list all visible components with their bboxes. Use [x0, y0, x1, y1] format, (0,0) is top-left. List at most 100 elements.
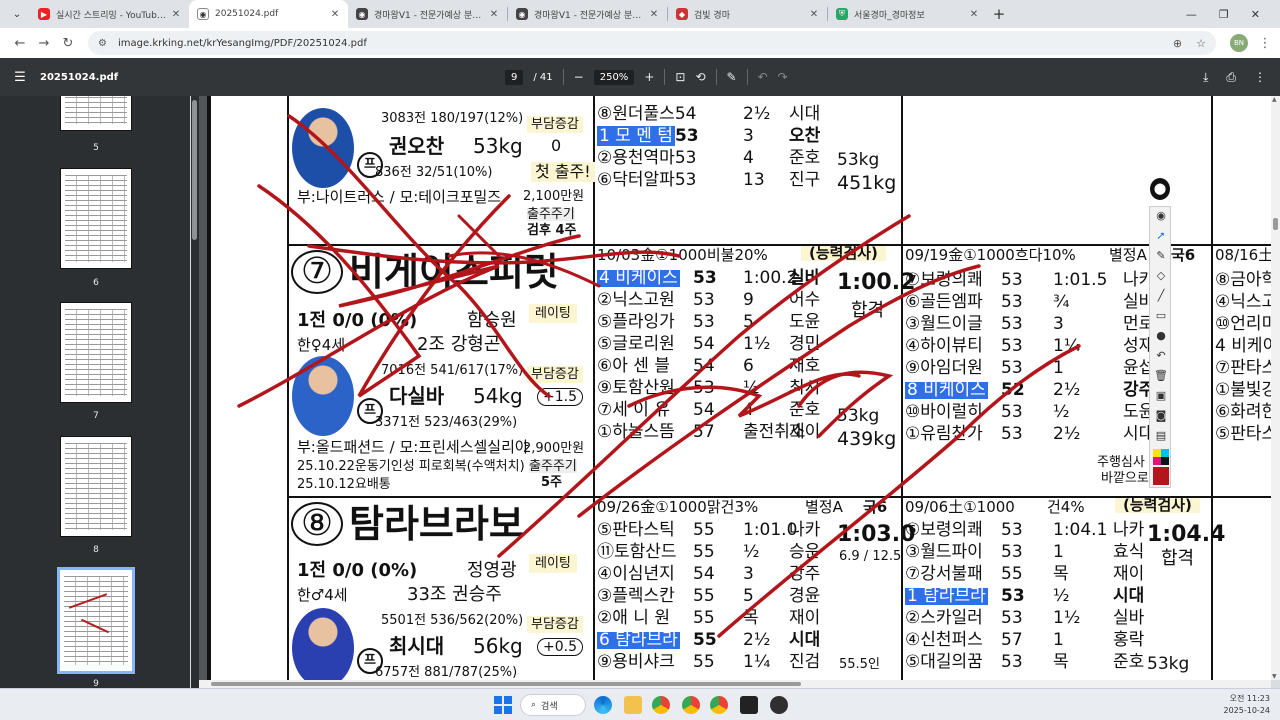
color-swatch-red[interactable]: [1153, 467, 1169, 485]
zoom-input[interactable]: 250%: [593, 69, 635, 85]
forward-icon[interactable]: →: [32, 36, 56, 51]
redo-icon[interactable]: ↷: [778, 70, 788, 84]
search-label: 검색: [541, 701, 558, 712]
color-swatch-cyan[interactable]: [1161, 449, 1169, 457]
tab-kyongmawang-2[interactable]: ◉ 경마왕V1 - 전문가예상 분석은 ✕: [508, 0, 667, 28]
obs-app-icon[interactable]: [740, 696, 758, 714]
toolbar-divider: [746, 69, 748, 85]
bookmark-star-icon[interactable]: ☆: [1196, 37, 1206, 50]
annotate-pen-icon[interactable]: ✎: [727, 70, 737, 84]
close-icon[interactable]: ✕: [807, 9, 821, 20]
trash-icon[interactable]: 🗑: [1150, 369, 1172, 382]
search-icon: ⌕: [531, 700, 537, 710]
toolbar-divider: [562, 69, 564, 85]
recorder-icon[interactable]: [770, 696, 788, 714]
pdf-viewer: 3083전 180/197(12%) 프 권오찬 53kg 836전 32/51…: [199, 96, 1271, 680]
thumbnail-label: 5: [93, 143, 99, 153]
url-text: image.krking.net/krYesangImg/PDF/2025102…: [118, 37, 367, 49]
globe-icon: ◉: [516, 8, 528, 20]
clock-date: 2025-10-24: [1223, 706, 1271, 715]
tab-youtube-studio[interactable]: ▶ 실시간 스트리밍 - YouTube Stu ✕: [30, 0, 189, 28]
zoom-out-icon[interactable]: −: [574, 70, 584, 84]
page-thumbnail[interactable]: [60, 96, 132, 131]
close-icon[interactable]: ✕: [169, 9, 183, 20]
windows-start-icon[interactable]: [494, 696, 512, 714]
back-icon[interactable]: ←: [8, 36, 32, 51]
cursor-icon[interactable]: ➚: [1150, 229, 1172, 242]
close-icon[interactable]: ✕: [967, 9, 981, 20]
windows-taskbar: ⌕ 검색 오전 11:23 2025-10-24: [0, 688, 1280, 720]
restore-icon[interactable]: ❐: [1219, 8, 1229, 21]
tab-seoul-racing[interactable]: ⛨ 서울경마_경마정보 ✕: [828, 0, 987, 28]
color-swatch-yellow[interactable]: [1153, 449, 1161, 457]
sidebar-scrollbar[interactable]: [191, 96, 199, 688]
reload-icon[interactable]: ↻: [56, 36, 80, 51]
page-thumbnail-selected[interactable]: [57, 567, 135, 674]
print-icon[interactable]: ⎙: [1226, 70, 1236, 85]
annotation-tool-panel: ◉ ➚ ✎ ◇ ╱ ▭ ● ↶ 🗑 ▣ ◙ ▤: [1149, 206, 1171, 488]
tab-title: 20251024.pdf: [215, 9, 279, 19]
geombit-logo-icon: ◆: [676, 8, 688, 20]
eye-icon[interactable]: ◉: [1150, 209, 1172, 222]
tab-strip: ⌄ ▶ 실시간 스트리밍 - YouTube Stu ✕ ◉ 20251024.…: [0, 0, 1280, 28]
address-bar: ← → ↻ ⚙ image.krking.net/krYesangImg/PDF…: [0, 28, 1280, 58]
close-icon[interactable]: ✕: [328, 9, 342, 20]
location-pin-icon[interactable]: ⬤: [1150, 178, 1170, 200]
chrome-icon[interactable]: [682, 696, 700, 714]
undo-icon[interactable]: ↶: [1150, 349, 1172, 362]
thumbnail-sidebar: 5 6 7 8 9: [0, 96, 190, 688]
url-input[interactable]: ⚙ image.krking.net/krYesangImg/PDF/20251…: [88, 31, 1216, 55]
pencil-icon[interactable]: ✎: [1150, 249, 1172, 262]
tab-pdf[interactable]: ◉ 20251024.pdf ✕: [189, 0, 348, 28]
scroll-up-icon[interactable]: ▲: [1272, 96, 1277, 103]
profile-avatar[interactable]: BN: [1230, 34, 1248, 52]
monitor-icon[interactable]: ▣: [1150, 389, 1172, 402]
fit-page-icon[interactable]: ⊡: [675, 70, 685, 84]
scroll-down-icon[interactable]: ▼: [1272, 673, 1277, 680]
tab-title: 실시간 스트리밍 - YouTube Stu: [56, 10, 169, 21]
more-options-icon[interactable]: ⋮: [1254, 70, 1266, 85]
thumbnail-label: 7: [93, 411, 99, 421]
window-controls: — ❐ ✕: [1186, 8, 1280, 21]
vertical-scrollbar[interactable]: ▲ ▼: [1271, 96, 1280, 680]
page-number-input[interactable]: 9: [505, 69, 524, 85]
chrome-icon[interactable]: [710, 696, 728, 714]
tab-geombit[interactable]: ◆ 검빛 경마 ✕: [668, 0, 827, 28]
zoom-icon[interactable]: ⊕: [1173, 37, 1182, 50]
page-thumbnail[interactable]: [60, 302, 132, 403]
clipboard-icon[interactable]: ▤: [1150, 429, 1172, 442]
page-thumbnail[interactable]: [60, 168, 132, 269]
tag-icon[interactable]: ◇: [1150, 269, 1172, 282]
close-window-icon[interactable]: ✕: [1251, 8, 1260, 21]
chrome-icon[interactable]: [652, 696, 670, 714]
minimize-icon[interactable]: —: [1186, 8, 1197, 21]
close-icon[interactable]: ✕: [647, 9, 661, 20]
undo-icon[interactable]: ↶: [758, 70, 768, 84]
color-swatch-magenta[interactable]: [1153, 457, 1161, 465]
sidebar-menu-icon[interactable]: ☰: [0, 70, 40, 85]
folder-icon[interactable]: [624, 696, 642, 714]
page-total: / 41: [533, 71, 553, 83]
tab-search-icon[interactable]: ⌄: [4, 4, 30, 24]
globe-icon: ◉: [197, 8, 209, 20]
tab-kyongmawang-1[interactable]: ◉ 경마왕V1 - 전문가예상 분석은 ✕: [348, 0, 507, 28]
page-thumbnail[interactable]: [60, 436, 132, 537]
youtube-icon: ▶: [38, 8, 50, 20]
line-icon[interactable]: ╱: [1150, 289, 1172, 302]
edge-icon[interactable]: [594, 696, 612, 714]
rotate-icon[interactable]: ⟲: [695, 70, 705, 84]
thumbnail-label: 8: [93, 545, 99, 555]
new-tab-button[interactable]: +: [987, 5, 1011, 23]
horizontal-scrollbar[interactable]: [199, 680, 1271, 688]
download-icon[interactable]: ⤓: [1203, 70, 1208, 85]
site-info-icon[interactable]: ⚙: [98, 38, 112, 49]
close-icon[interactable]: ✕: [487, 9, 501, 20]
dot-icon[interactable]: ●: [1150, 329, 1172, 342]
browser-menu-icon[interactable]: ⋮: [1258, 36, 1272, 51]
pen-annotation-layer: [237, 114, 1081, 638]
taskbar-search[interactable]: ⌕ 검색: [520, 694, 586, 716]
eraser-icon[interactable]: ▭: [1150, 309, 1172, 322]
camera-icon[interactable]: ◙: [1150, 409, 1172, 422]
color-swatch-black[interactable]: [1161, 457, 1169, 465]
zoom-in-icon[interactable]: +: [644, 70, 654, 84]
